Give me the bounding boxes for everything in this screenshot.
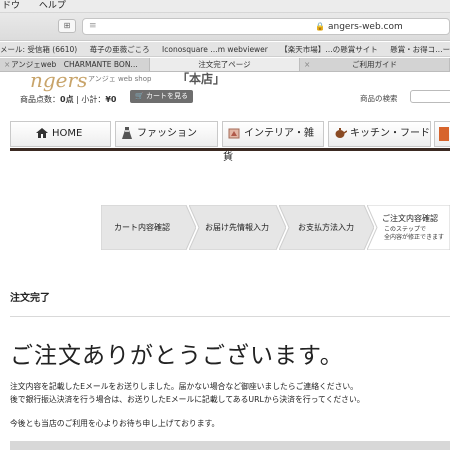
item-count-label: 商品点数： (20, 95, 60, 104)
address-bar[interactable]: ≡ 🔒 angers-web.com (82, 18, 450, 35)
interior-icon (228, 128, 240, 139)
nav-home[interactable]: HOME (10, 121, 111, 147)
home-icon (36, 128, 48, 138)
reader-icon[interactable]: ≡ (89, 19, 97, 34)
cart-icon: 🛒 (135, 92, 144, 100)
close-tab-icon[interactable]: × (304, 58, 310, 71)
step-label: カート内容確認 (114, 223, 170, 232)
tab-label: 注文完了ページ (198, 60, 251, 69)
step-shipping: お届け先情報入力 (189, 205, 286, 250)
gift-icon (439, 127, 449, 141)
grid-icon[interactable]: ⊞ (58, 19, 76, 33)
search-input[interactable] (410, 90, 450, 103)
menu-help[interactable]: ヘルプ (39, 1, 66, 11)
lock-icon: 🔒 (315, 22, 325, 31)
tab-guide[interactable]: × ご利用ガイド (300, 58, 450, 71)
tab-label: ご利用ガイド (352, 60, 397, 69)
bookmarks-bar: メール: 受信箱 (6610) 苺子の亜薇ごころ Iconosquare …m … (0, 42, 450, 57)
macos-menu-bar: ドウ ヘルプ (0, 0, 450, 13)
shop-label: アンジェ web shop (88, 75, 152, 83)
step-sub-text: 全内容が修正できます (384, 234, 445, 241)
checkout-steps: カート内容確認 お届け先情報入力 お支払方法入力 ご注文内容確認 このステップで… (101, 205, 450, 250)
step-cart-review: カート内容確認 (101, 205, 196, 250)
step-label: お支払方法入力 (298, 223, 354, 232)
step-sub-text: このステップで (384, 226, 427, 233)
main-nav: HOME ファッション インテリア・雑貨 キッチン・フード (10, 121, 450, 163)
bookmark-item[interactable]: 苺子の亜薇ごころ (90, 45, 150, 54)
menu-window[interactable]: ドウ (2, 1, 20, 11)
bookmark-item[interactable]: メール: 受信箱 (6610) (0, 45, 77, 54)
step-label: お届け先情報入力 (205, 223, 269, 232)
honten-label: 「本店」 (177, 72, 226, 86)
step-confirm: ご注文内容確認 このステップで 全内容が修正できます (367, 205, 450, 250)
subtotal-value: ¥0 (105, 95, 117, 104)
site-header: ngers アンジェ web shop 「本店」 商品点数：0点 | 小計：¥0… (0, 68, 450, 120)
search-label: 商品の検索 (360, 94, 398, 103)
subtotal-label: | 小計： (73, 95, 106, 104)
divider (10, 316, 450, 317)
nav-fashion-label: ファッション (137, 128, 197, 139)
cart-summary: 商品点数：0点 | 小計：¥0 (20, 94, 117, 105)
bookmark-item[interactable]: 【楽天市場】…の懸賞サイト (280, 45, 378, 54)
url-text: angers-web.com (327, 22, 403, 32)
message-line: 今後とも当店のご利用を心よりお待ち申し上げております。 (10, 419, 220, 428)
thanks-heading: ご注文ありがとうございます。 (10, 343, 344, 369)
view-cart-label: カートを見る (145, 92, 188, 100)
bookmark-item[interactable]: 懸賞・お得コ…ーン情報満 (390, 45, 450, 54)
bookmark-item[interactable]: Iconosquare …m webviewer (162, 45, 268, 54)
item-count: 0点 (60, 95, 74, 104)
nav-fashion[interactable]: ファッション (115, 121, 218, 147)
message-line: 注文内容を記載したEメールをお送りしました。届かない場合など御座いましたらご連絡… (10, 382, 358, 391)
nav-kitchen[interactable]: キッチン・フード (328, 121, 431, 147)
dress-icon (122, 127, 132, 139)
view-cart-button[interactable]: 🛒 カートを見る (130, 90, 193, 103)
close-tab-icon[interactable]: × (4, 58, 10, 71)
site-logo[interactable]: ngers (30, 68, 87, 92)
nav-interior[interactable]: インテリア・雑貨 (222, 121, 324, 163)
nav-home-label: HOME (52, 128, 83, 139)
nav-kitchen-label: キッチン・フード (350, 128, 430, 139)
step-label: ご注文内容確認 (382, 214, 438, 223)
teapot-icon (335, 128, 347, 138)
nav-divider (10, 148, 450, 151)
footer-bar (10, 441, 450, 450)
browser-toolbar: ⊞ ≡ 🔒 angers-web.com (0, 13, 450, 41)
nav-more[interactable] (434, 121, 450, 147)
message-line: 後で銀行振込決済を行う場合は、お送りしたEメールに記載してあるURLから決済を行… (10, 395, 365, 404)
step-payment: お支払方法入力 (279, 205, 374, 250)
section-title: 注文完了 (10, 293, 50, 304)
